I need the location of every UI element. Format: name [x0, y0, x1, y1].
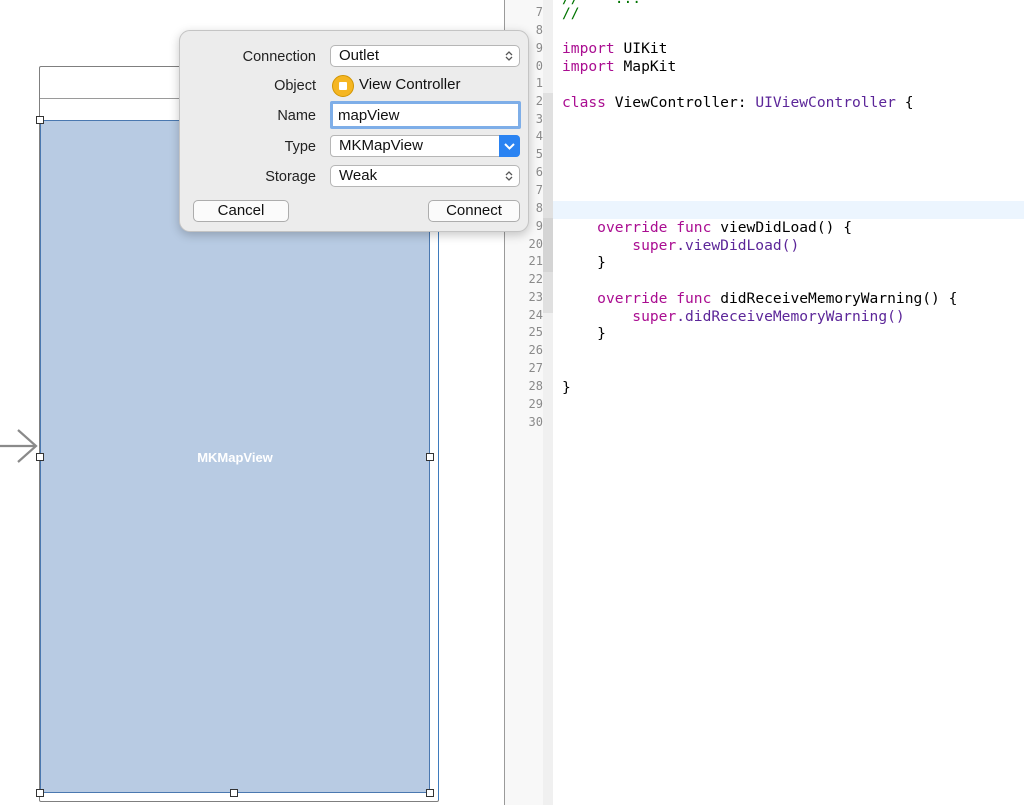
module-token: UIKit: [623, 40, 668, 57]
code-line-class-close[interactable]: }: [562, 379, 571, 396]
up-down-chevron-icon: [505, 51, 513, 61]
code-line-import-uikit[interactable]: import UIKit: [562, 40, 667, 57]
connection-popup-button[interactable]: Outlet: [330, 45, 520, 67]
code-editor[interactable]: 78901234567892021222324252627282930 // .…: [505, 0, 1024, 805]
storage-label: Storage: [265, 169, 316, 185]
keyword-token: super: [632, 308, 677, 325]
code-line-close-brace[interactable]: }: [562, 254, 606, 271]
code-line-super-didreceive[interactable]: super.didReceiveMemoryWarning(): [562, 308, 905, 325]
object-label: Object: [274, 78, 316, 94]
type-combo-box[interactable]: MKMapView: [330, 135, 520, 157]
name-label: Name: [277, 108, 316, 124]
current-line-highlight: [553, 201, 1024, 219]
up-down-chevron-icon: [505, 171, 513, 181]
resize-handle-top-left[interactable]: [36, 116, 44, 124]
storage-value: Weak: [339, 167, 378, 184]
cancel-button[interactable]: Cancel: [193, 200, 289, 222]
line-number: 20: [528, 237, 543, 251]
outlet-name-field[interactable]: [330, 101, 521, 129]
brace-token: }: [562, 379, 571, 396]
function-token: viewDidLoad() {: [720, 219, 852, 236]
connect-button[interactable]: Connect: [428, 200, 520, 222]
resize-handle-bottom-right[interactable]: [426, 789, 434, 797]
connection-value: Outlet: [339, 47, 380, 64]
view-controller-icon: [332, 75, 354, 97]
module-token: MapKit: [623, 58, 677, 75]
line-number: 22: [528, 272, 543, 286]
chevron-down-icon: [504, 143, 515, 150]
keyword-token: class: [562, 94, 606, 111]
code-line-didreceivememorywarning[interactable]: override func didReceiveMemoryWarning() …: [562, 290, 957, 307]
line-number: 28: [528, 379, 543, 393]
resize-handle-left[interactable]: [36, 453, 44, 461]
line-number: 23: [528, 290, 543, 304]
brace-token: }: [597, 325, 606, 342]
line-number: 25: [528, 325, 543, 339]
fold-indicator[interactable]: [543, 93, 553, 313]
keyword-token: import: [562, 58, 615, 75]
type-dropdown-button[interactable]: [499, 135, 520, 157]
method-call-token: .didReceiveMemoryWarning(): [676, 308, 905, 325]
type-value: MKMapView: [339, 137, 423, 154]
connection-label: Connection: [242, 49, 316, 65]
class-name-token: ViewController:: [614, 94, 747, 111]
line-number: 21: [528, 254, 543, 268]
comment-token: //: [562, 5, 580, 22]
type-token: UIViewController: [755, 94, 896, 111]
line-number: 29: [528, 397, 543, 411]
keyword-token: import: [562, 40, 615, 57]
object-value: View Controller: [359, 76, 461, 93]
line-number: 24: [528, 308, 543, 322]
code-line-class-decl[interactable]: class ViewController: UIViewController {: [562, 94, 914, 111]
code-line-close-brace[interactable]: }: [562, 325, 606, 342]
method-call-token: .viewDidLoad(): [676, 237, 800, 254]
storage-popup-button[interactable]: Weak: [330, 165, 520, 187]
code-line-7[interactable]: //: [562, 5, 580, 22]
code-line-super-viewdidload[interactable]: super.viewDidLoad(): [562, 237, 799, 254]
line-number: 30: [528, 415, 543, 429]
brace-token: }: [597, 254, 606, 271]
function-token: didReceiveMemoryWarning() {: [720, 290, 958, 307]
resize-handle-bottom[interactable]: [230, 789, 238, 797]
resize-handle-bottom-left[interactable]: [36, 789, 44, 797]
keyword-token: super: [632, 237, 677, 254]
line-number: 26: [528, 343, 543, 357]
keyword-token: override func: [597, 290, 712, 307]
line-number: 27: [528, 361, 543, 375]
fold-indicator-inner[interactable]: [543, 218, 553, 272]
map-view-label: MKMapView: [197, 450, 273, 465]
code-line-viewdidload[interactable]: override func viewDidLoad() {: [562, 219, 852, 236]
outlet-connection-popover: Connection Outlet Object View Controller…: [179, 30, 529, 232]
type-label: Type: [284, 139, 316, 155]
entry-point-arrow-icon: [0, 429, 38, 463]
keyword-token: override func: [597, 219, 712, 236]
code-line-import-mapkit[interactable]: import MapKit: [562, 58, 676, 75]
brace-token: {: [904, 94, 914, 111]
line-number: 7: [535, 5, 543, 19]
resize-handle-right[interactable]: [426, 453, 434, 461]
